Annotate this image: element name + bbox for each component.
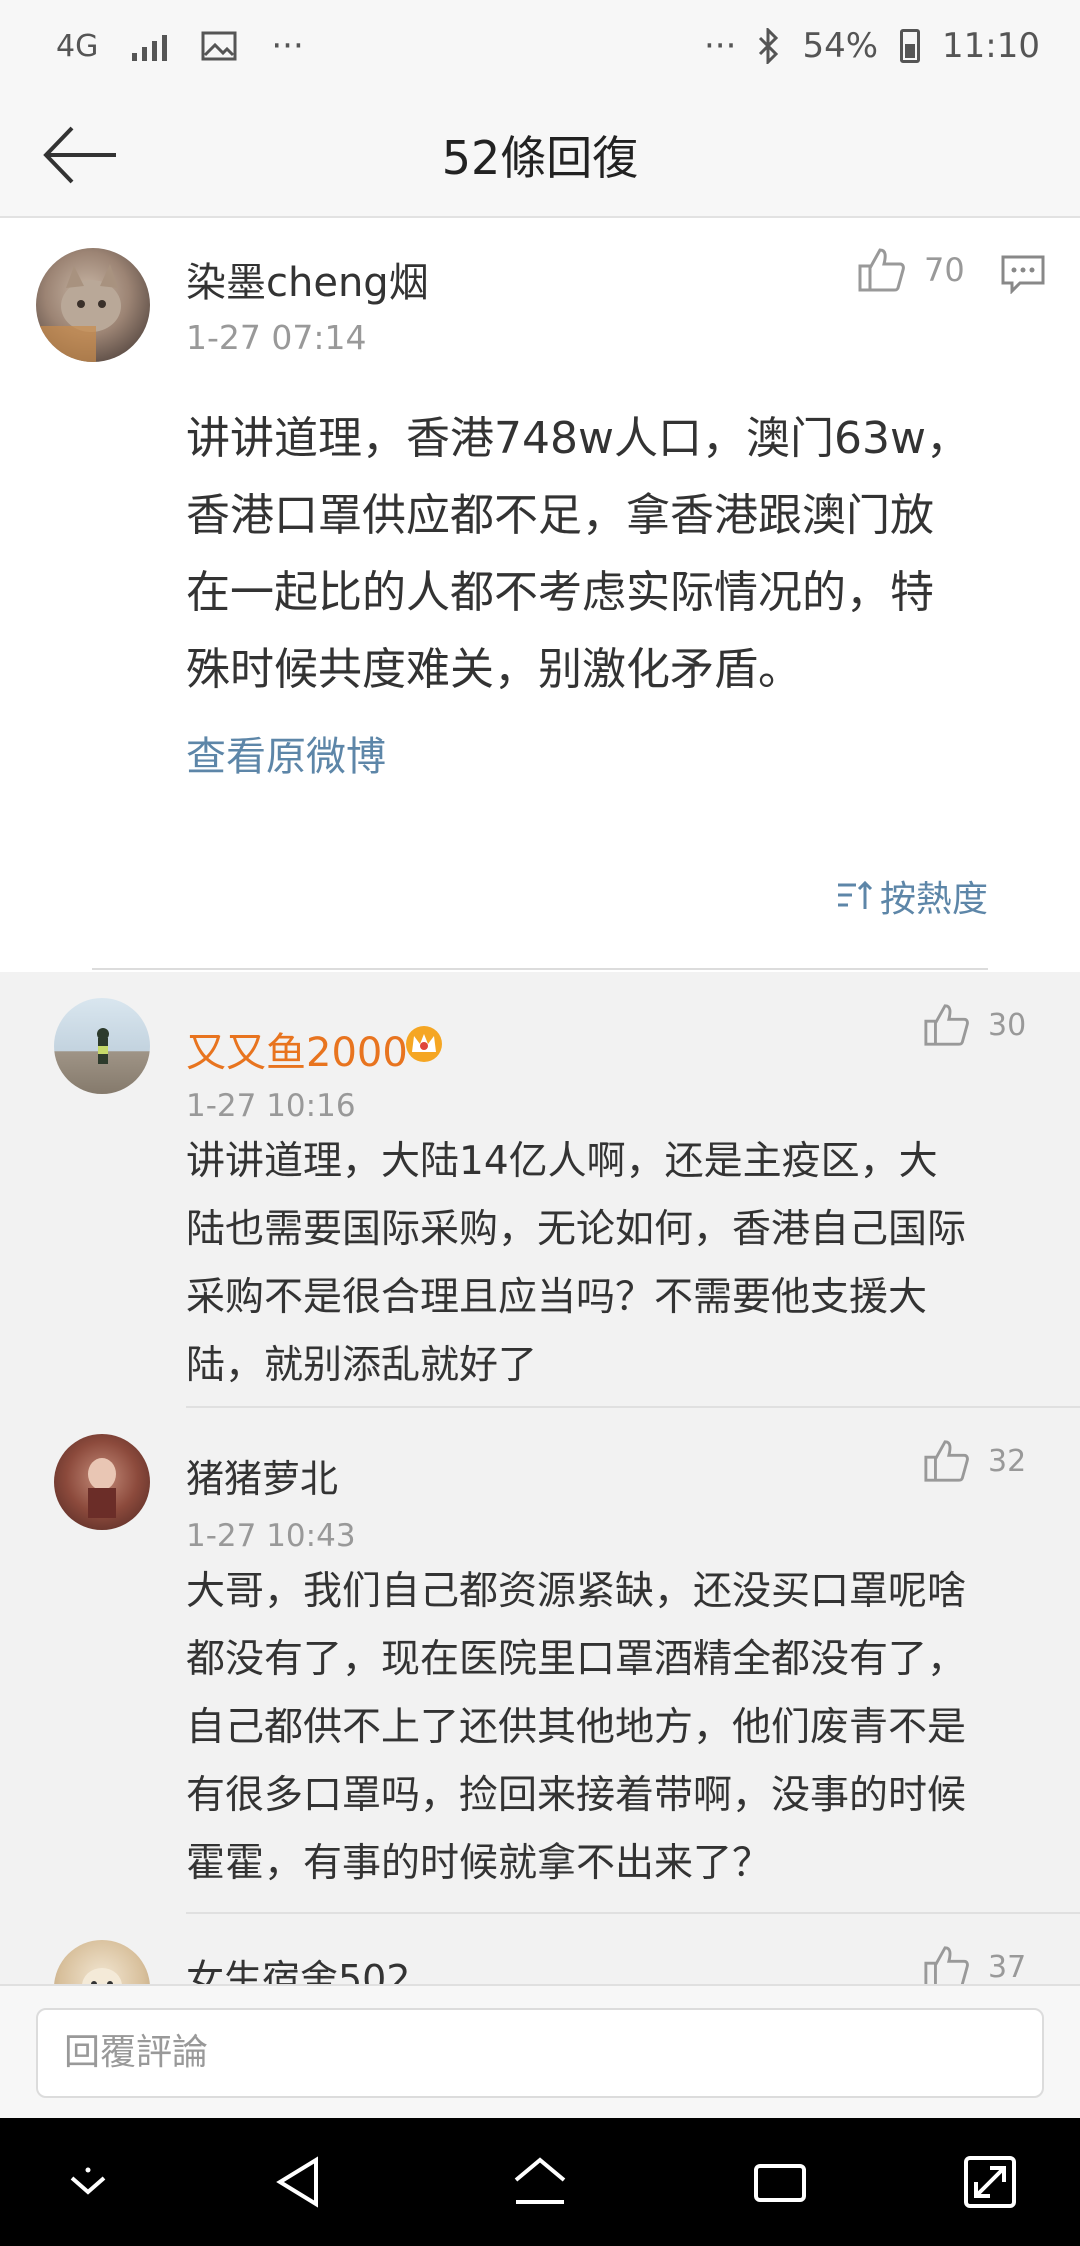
more-status: ···: [704, 26, 737, 66]
nav-header: 52條回復: [0, 92, 1080, 218]
comment-body: 讲讲道理，香港748w人口，澳门63w， 香港口罩供应都不足，拿香港跟澳门放 在…: [186, 400, 1056, 708]
comment-line: 香港口罩供应都不足，拿香港跟澳门放: [186, 490, 934, 541]
more-notifications: ···: [271, 26, 304, 66]
home-icon[interactable]: [510, 2152, 570, 2212]
reply-item: 女生宿舍502 37: [0, 1914, 1080, 1984]
battery-icon: [900, 29, 921, 63]
username[interactable]: 又又鱼2000: [186, 1020, 408, 1078]
comment-icon[interactable]: [1000, 254, 1046, 294]
clock: 11:10: [942, 26, 1040, 66]
expand-icon[interactable]: [960, 2152, 1020, 2212]
comment-line: 殊时候共度难关，别激化矛盾。: [186, 644, 802, 695]
chevron-down-icon[interactable]: [58, 2152, 118, 2212]
timestamp: 1-27 10:43: [186, 1518, 356, 1554]
like-count: 70: [924, 251, 965, 289]
status-bar: 4G ··· ··· 54% 11:10: [0, 0, 1080, 92]
reply-line: 采购不是很合理且应当吗？不需要他支援大: [186, 1275, 928, 1320]
avatar[interactable]: [54, 998, 150, 1094]
page-title: 52條回復: [441, 131, 639, 185]
thumbs-up-icon: [924, 1440, 969, 1482]
image-notification-icon: [201, 31, 237, 61]
recent-apps-icon[interactable]: [750, 2152, 810, 2212]
like-count: 37: [988, 1949, 1027, 1985]
battery-percent: 54%: [802, 26, 879, 66]
reply-line: 陆，就别添乱就好了: [186, 1343, 538, 1388]
replies-list: 又又鱼2000 1-27 10:16 30 讲讲道理，大陆14亿人啊，还是主疫区…: [0, 972, 1080, 1984]
like-button[interactable]: 70: [856, 246, 965, 294]
thumbs-up-icon: [858, 248, 905, 292]
username[interactable]: 女生宿舍502: [186, 1948, 411, 1984]
like-button[interactable]: 32: [922, 1438, 1026, 1484]
sort-label: 按熱度: [879, 879, 988, 920]
reply-line: 霍霍，有事的时候就拿不出来了？: [186, 1841, 772, 1886]
bluetooth-icon: [759, 28, 779, 64]
sort-icon: [837, 880, 873, 909]
reply-item: 又又鱼2000 1-27 10:16 30 讲讲道理，大陆14亿人啊，还是主疫区…: [0, 972, 1080, 1408]
main-comment: 染墨cheng烟 1-27 07:14 70 讲讲道理，香港748w人口，澳门6…: [0, 220, 1080, 972]
reply-line: 有很多口罩吗，捡回来接着带啊，没事的时候: [186, 1773, 967, 1818]
avatar[interactable]: [36, 248, 150, 362]
reply-body: 讲讲道理，大陆14亿人啊，还是主疫区，大 陆也需要国际采购，无论如何，香港自己国…: [186, 1128, 1066, 1400]
comment-line: 讲讲道理，香港748w人口，澳门63w，: [186, 413, 970, 464]
divider: [92, 968, 988, 970]
network-type: 4G: [56, 28, 99, 64]
system-nav-bar: [0, 2118, 1080, 2246]
thumbs-up-icon: [924, 1004, 969, 1046]
back-triangle-icon[interactable]: [270, 2152, 330, 2212]
reply-body: 大哥，我们自己都资源紧缺，还没买口罩呢啥 都没有了，现在医院里口罩酒精全都没有了…: [186, 1558, 1066, 1898]
reply-input[interactable]: 回覆評論: [36, 2008, 1044, 2098]
username[interactable]: 染墨cheng烟: [186, 250, 429, 308]
like-button[interactable]: 30: [922, 1002, 1026, 1048]
reply-line: 陆也需要国际采购，无论如何，香港自己国际: [186, 1207, 967, 1252]
reply-line: 都没有了，现在医院里口罩酒精全都没有了，: [186, 1637, 967, 1682]
like-count: 30: [988, 1007, 1027, 1043]
reply-input-bar: 回覆評論: [0, 1984, 1080, 2118]
timestamp: 1-27 07:14: [186, 318, 367, 357]
username[interactable]: 猪猪萝北: [186, 1448, 338, 1503]
reply-item: 猪猪萝北 1-27 10:43 32 大哥，我们自己都资源紧缺，还没买口罩呢啥 …: [0, 1408, 1080, 1914]
reply-line: 讲讲道理，大陆14亿人啊，还是主疫区，大: [186, 1139, 938, 1184]
vip-crown-icon: [406, 1026, 442, 1062]
like-count: 32: [988, 1443, 1027, 1479]
comment-line: 在一起比的人都不考虑实际情况的，特: [186, 567, 934, 618]
reply-line: 大哥，我们自己都资源紧缺，还没买口罩呢啥: [186, 1569, 967, 1614]
view-original-link[interactable]: 查看原微博: [186, 724, 386, 782]
timestamp: 1-27 10:16: [186, 1088, 356, 1124]
avatar[interactable]: [54, 1940, 150, 1984]
sort-button[interactable]: 按熱度: [836, 870, 988, 922]
like-button[interactable]: 37: [922, 1944, 1026, 1984]
avatar[interactable]: [54, 1434, 150, 1530]
thumbs-up-icon: [924, 1946, 969, 1984]
reply-line: 自己都供不上了还供其他地方，他们废青不是: [186, 1705, 967, 1750]
signal-icon: [132, 31, 168, 61]
